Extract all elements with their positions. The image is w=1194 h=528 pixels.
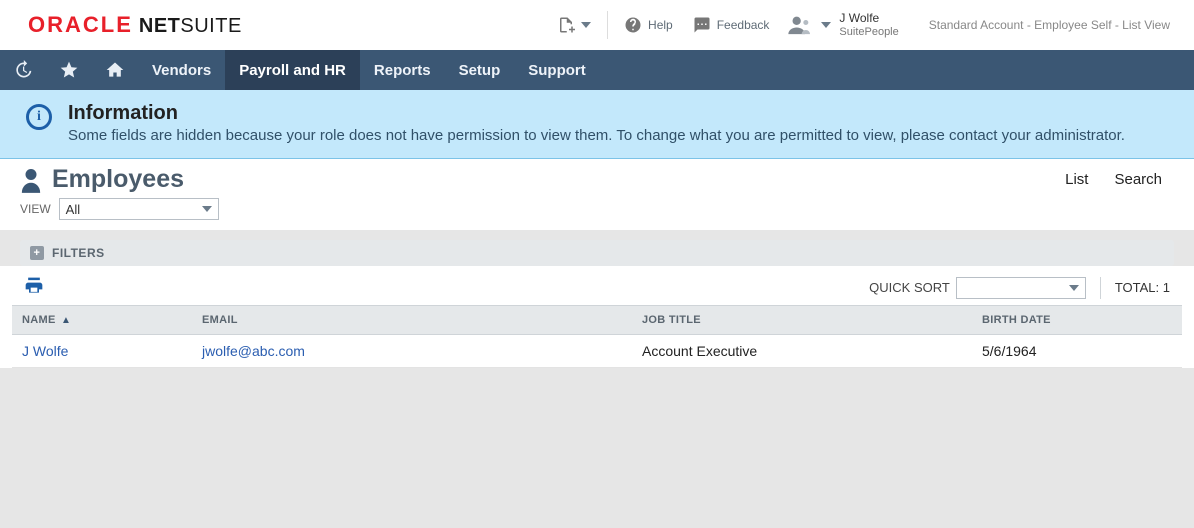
- info-body: Some fields are hidden because your role…: [68, 127, 1125, 144]
- view-search-link[interactable]: Search: [1106, 167, 1170, 192]
- filters-label: FILTERS: [52, 246, 105, 260]
- feedback-button[interactable]: Feedback: [683, 10, 780, 40]
- nav-item-support[interactable]: Support: [514, 50, 600, 90]
- sort-asc-icon: ▲: [61, 315, 71, 326]
- employees-table-wrap: NAME ▲ EMAIL JOB TITLE BIRTH DATE J Wolf…: [0, 305, 1194, 368]
- home-icon: [105, 60, 125, 80]
- user-menu[interactable]: J Wolfe SuitePeople: [787, 12, 898, 37]
- caret-down-icon: [821, 22, 831, 28]
- nav-item-payroll-hr[interactable]: Payroll and HR: [225, 50, 360, 90]
- list-toolbar: QUICK SORT TOTAL: 1: [0, 266, 1194, 305]
- employees-table: NAME ▲ EMAIL JOB TITLE BIRTH DATE J Wolf…: [12, 305, 1182, 368]
- page-title: Employees: [20, 165, 184, 194]
- caret-down-icon: [202, 206, 212, 212]
- person-icon: [20, 167, 42, 193]
- logo-suite-text: SUITE: [180, 15, 241, 37]
- feedback-label: Feedback: [717, 18, 770, 32]
- nav-item-setup[interactable]: Setup: [445, 50, 515, 90]
- print-button[interactable]: [24, 276, 44, 299]
- feedback-icon: [693, 16, 711, 34]
- page-header: Employees List Search VIEW All: [0, 159, 1194, 230]
- user-role: SuitePeople: [839, 26, 898, 38]
- quicksort-select[interactable]: [956, 277, 1086, 299]
- view-list-link[interactable]: List: [1057, 167, 1096, 192]
- nav-history-button[interactable]: [0, 50, 46, 90]
- info-icon: i: [26, 104, 52, 130]
- star-icon: [59, 60, 79, 80]
- col-name-label: NAME: [22, 314, 56, 326]
- employee-link[interactable]: J Wolfe: [22, 343, 68, 359]
- quicksort-label: QUICK SORT: [869, 280, 950, 295]
- role-breadcrumb: Standard Account - Employee Self - List …: [929, 18, 1170, 32]
- nav-favorites-button[interactable]: [46, 50, 92, 90]
- empty-area: [0, 368, 1194, 528]
- nav-item-vendors[interactable]: Vendors: [138, 50, 225, 90]
- info-title: Information: [68, 102, 1125, 125]
- oracle-netsuite-logo[interactable]: ORACLE NETSUITE: [28, 12, 242, 38]
- top-bar: ORACLE NETSUITE Help Feedback J Wolfe Su…: [0, 0, 1194, 50]
- main-nav: Vendors Payroll and HR Reports Setup Sup…: [0, 50, 1194, 90]
- nav-home-button[interactable]: [92, 50, 138, 90]
- user-name: J Wolfe: [839, 12, 898, 25]
- create-new-button[interactable]: [547, 10, 601, 40]
- cell-email: jwolfe@abc.com: [192, 335, 632, 368]
- divider: [607, 11, 608, 39]
- page-title-text: Employees: [52, 165, 184, 194]
- filters-toggle[interactable]: + FILTERS: [20, 240, 1174, 266]
- total-count: TOTAL: 1: [1115, 280, 1170, 295]
- cell-name: J Wolfe: [12, 335, 192, 368]
- col-name[interactable]: NAME ▲: [12, 306, 192, 335]
- logo-oracle-text: ORACLE: [28, 12, 133, 38]
- view-select[interactable]: All: [59, 198, 219, 220]
- help-label: Help: [648, 18, 673, 32]
- divider: [1100, 277, 1101, 299]
- cell-birth-date: 5/6/1964: [972, 335, 1182, 368]
- user-avatar-icon: [787, 15, 813, 35]
- cell-job-title: Account Executive: [632, 335, 972, 368]
- table-row[interactable]: J Wolfe jwolfe@abc.com Account Executive…: [12, 335, 1182, 368]
- col-birth-date[interactable]: BIRTH DATE: [972, 306, 1182, 335]
- col-email[interactable]: EMAIL: [192, 306, 632, 335]
- caret-down-icon: [581, 22, 591, 28]
- table-header-row: NAME ▲ EMAIL JOB TITLE BIRTH DATE: [12, 306, 1182, 335]
- total-label-text: TOTAL:: [1115, 280, 1159, 295]
- email-link[interactable]: jwolfe@abc.com: [202, 343, 305, 359]
- logo-net-text: NET: [139, 15, 181, 37]
- view-select-value: All: [66, 202, 80, 217]
- info-banner: i Information Some fields are hidden bec…: [0, 90, 1194, 159]
- view-label: VIEW: [20, 202, 51, 216]
- total-value: 1: [1163, 280, 1170, 295]
- nav-item-reports[interactable]: Reports: [360, 50, 445, 90]
- history-icon: [13, 60, 33, 80]
- print-icon: [24, 276, 44, 296]
- help-button[interactable]: Help: [614, 10, 683, 40]
- caret-down-icon: [1069, 285, 1079, 291]
- expand-icon: +: [30, 246, 44, 260]
- col-job-title[interactable]: JOB TITLE: [632, 306, 972, 335]
- create-new-icon: [557, 16, 575, 34]
- help-icon: [624, 16, 642, 34]
